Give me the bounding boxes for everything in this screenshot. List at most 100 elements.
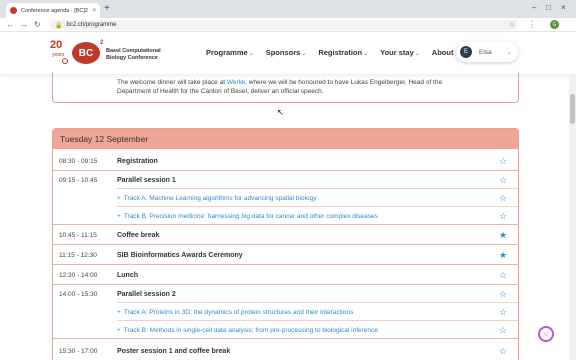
row-divider <box>117 302 518 303</box>
logo-mark: BC <box>72 42 100 64</box>
expand-plus-icon[interactable]: + <box>117 309 121 316</box>
chat-widget-icon[interactable]: ☺ <box>538 326 554 342</box>
chevron-down-icon: ⌄ <box>248 51 254 57</box>
star-filled-icon[interactable]: ★ <box>499 230 507 240</box>
session-time: 08:30 - 09:15 <box>59 157 98 165</box>
expand-plus-icon[interactable]: + <box>117 327 121 334</box>
url-text: bc2.ch/programme <box>66 22 117 28</box>
expand-plus-icon[interactable]: + <box>117 195 121 202</box>
tab-title: Conference agenda - [BC]2 Basel <box>21 7 89 14</box>
session-time: 15:30 - 17:00 <box>59 347 98 355</box>
browser-tab-strip: Conference agenda - [BC]2 Basel × + – □ … <box>0 0 576 18</box>
star-outline-icon[interactable]: ☆ <box>499 270 507 280</box>
track-row: + Track B: Methods in single-cell data an… <box>53 323 518 337</box>
nav-label: About <box>431 48 454 57</box>
row-divider <box>53 170 518 171</box>
session-row: 08:30 - 09:15 Registration ☆ <box>53 153 518 169</box>
new-tab-button[interactable]: + <box>104 4 110 14</box>
star-outline-icon[interactable]: ☆ <box>499 211 507 221</box>
star-outline-icon[interactable]: ☆ <box>499 289 507 299</box>
row-divider <box>53 264 518 265</box>
track-link[interactable]: + Track A: Machine Learning algorithms fo… <box>117 195 317 202</box>
star-outline-icon[interactable]: ☆ <box>499 346 507 356</box>
nav-your-stay[interactable]: Your stay⌄ <box>380 48 420 57</box>
minimize-button[interactable]: – <box>532 3 536 12</box>
session-title: Lunch <box>117 271 138 279</box>
expand-plus-icon[interactable]: + <box>117 213 121 220</box>
track-label: Track A: Machine Learning algorithms for… <box>123 194 317 202</box>
werkk-link[interactable]: Werkk <box>227 79 245 86</box>
browser-toolbar: ← → ↻ 🔒 bc2.ch/programme ☆ ⋮ <box>0 18 576 32</box>
user-menu[interactable]: E Elsa ⌄ <box>456 42 518 62</box>
logo-line-2: Biology Conference <box>106 54 158 61</box>
maximize-button[interactable]: □ <box>546 3 551 12</box>
session-title: Parallel session 1 <box>117 176 176 184</box>
session-row: 10:45 - 11:15 Coffee break ★ <box>53 227 518 243</box>
address-bar[interactable]: 🔒 bc2.ch/programme ☆ <box>50 20 520 30</box>
nav-sponsors[interactable]: Sponsors⌄ <box>266 48 307 57</box>
row-divider <box>117 320 518 321</box>
star-outline-icon[interactable]: ☆ <box>499 307 507 317</box>
session-title: Parallel session 2 <box>117 290 176 298</box>
mouse-cursor-icon: ↖ <box>277 108 284 117</box>
session-title: Coffee break <box>117 231 160 239</box>
day-header: Tuesday 12 September <box>53 129 518 149</box>
nav-label: Registration <box>318 48 363 57</box>
track-label: Track B: Methods in single-cell data ana… <box>123 326 378 334</box>
scrollbar-thumb[interactable] <box>570 94 575 124</box>
forward-button[interactable]: → <box>20 20 28 29</box>
browser-profile-avatar[interactable]: G <box>550 20 559 29</box>
bc2-logo[interactable]: 20 years BC 2 Basel Computational Biolog… <box>50 40 190 70</box>
logo-wordmark: Basel Computational Biology Conference <box>106 48 161 61</box>
tab-close-icon[interactable]: × <box>92 8 96 14</box>
reload-button[interactable]: ↻ <box>34 20 41 29</box>
session-row: 09:15 - 10:45 Parallel session 1 ☆ <box>53 173 518 187</box>
row-divider <box>53 284 518 285</box>
user-name: Elsa <box>479 48 492 56</box>
track-row: + Track B: Precision medicine: harnessing… <box>53 209 518 223</box>
star-outline-icon[interactable]: ☆ <box>499 193 507 203</box>
nav-registration[interactable]: Registration⌄ <box>318 48 368 57</box>
session-time: 09:15 - 10:45 <box>59 176 98 184</box>
day-schedule-card: Tuesday 12 September 08:30 - 09:15 Regist… <box>52 128 519 360</box>
track-row: + Track A: Machine Learning algorithms fo… <box>53 191 518 205</box>
track-label: Track A: Proteins in 3D: the dynamics of… <box>123 308 354 316</box>
star-outline-icon[interactable]: ☆ <box>499 175 507 185</box>
track-link[interactable]: + Track B: Methods in single-cell data an… <box>117 327 378 334</box>
row-divider <box>53 338 518 339</box>
session-time: 12:30 - 14:00 <box>59 271 98 279</box>
lock-icon: 🔒 <box>55 22 63 29</box>
bookmark-star-icon[interactable]: ☆ <box>509 21 515 29</box>
session-title: SIB Bioinformatics Awards Ceremony <box>117 251 243 259</box>
logo-line-1: Basel Computational <box>106 48 161 54</box>
browser-tab[interactable]: Conference agenda - [BC]2 Basel × <box>6 3 100 18</box>
back-button[interactable]: ← <box>6 20 14 29</box>
nav-programme[interactable]: Programme⌄ <box>206 48 254 57</box>
star-filled-icon[interactable]: ★ <box>499 250 507 260</box>
chevron-down-icon: ⌄ <box>414 51 420 57</box>
main-nav: Programme⌄ Sponsors⌄ Registration⌄ Your … <box>206 48 472 57</box>
track-label: Track B: Precision medicine: harnessing … <box>123 212 378 220</box>
chevron-down-icon: ⌄ <box>506 49 512 56</box>
session-time: 14:00 - 15:30 <box>59 290 98 298</box>
track-link[interactable]: + Track A: Proteins in 3D: the dynamics o… <box>117 309 353 316</box>
chevron-down-icon: ⌄ <box>301 51 307 57</box>
session-row: 15:30 - 17:00 Poster session 1 and coffee… <box>53 343 518 359</box>
star-outline-icon[interactable]: ☆ <box>499 156 507 166</box>
extensions-icon[interactable]: ⋮ <box>528 20 536 29</box>
star-outline-icon[interactable]: ☆ <box>499 325 507 335</box>
session-time: 10:45 - 11:15 <box>59 231 97 239</box>
window-close-button[interactable]: × <box>561 3 566 12</box>
notice-text-before: The welcome dinner will take place at <box>117 79 227 86</box>
chevron-down-icon: ⌄ <box>363 51 369 57</box>
nav-label: Sponsors <box>265 48 301 57</box>
row-divider <box>53 244 518 245</box>
track-link[interactable]: + Track B: Precision medicine: harnessing… <box>117 213 378 220</box>
row-divider <box>53 224 518 225</box>
logo-molecule-icon <box>62 58 68 64</box>
session-title: Registration <box>117 157 158 165</box>
session-time: 11:15 - 12:30 <box>59 251 97 259</box>
row-divider <box>117 206 518 207</box>
nav-label: Programme <box>206 48 248 57</box>
logo-years-label: years <box>52 52 65 58</box>
